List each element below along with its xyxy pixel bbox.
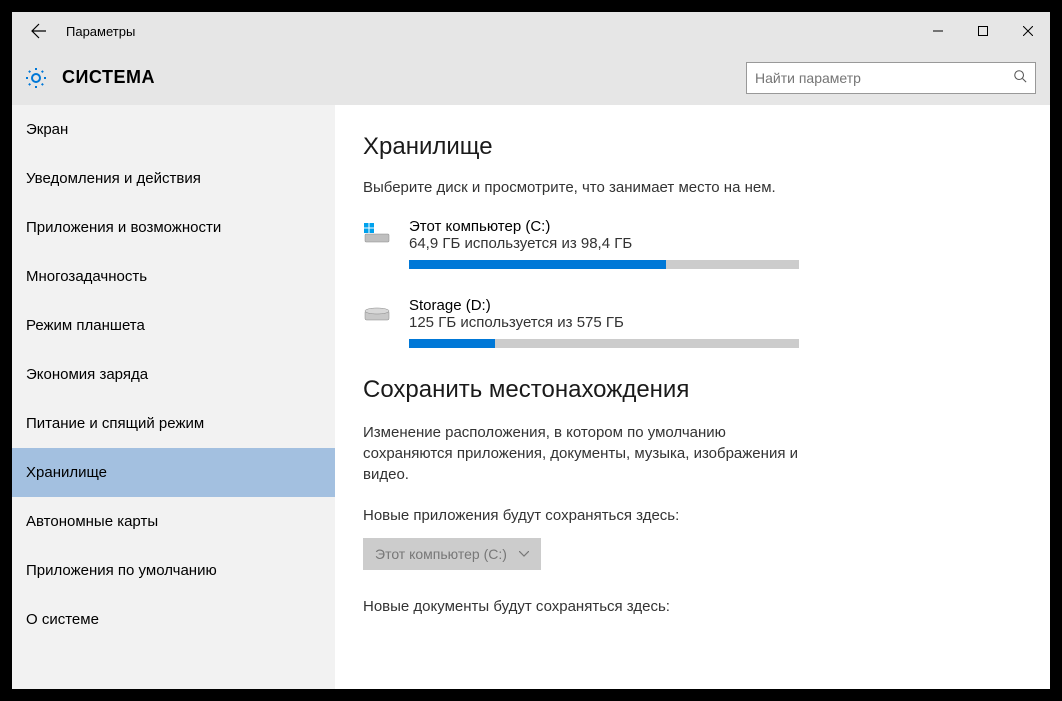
maximize-icon bbox=[978, 26, 988, 36]
sidebar-item-label: О системе bbox=[26, 611, 99, 628]
sidebar-item-apps-features[interactable]: Приложения и возможности bbox=[12, 203, 335, 252]
drive-d-bar bbox=[409, 339, 799, 348]
sidebar-item-about[interactable]: О системе bbox=[12, 595, 335, 644]
drive-d-name: Storage (D:) bbox=[409, 297, 799, 314]
titlebar: Параметры bbox=[12, 12, 1050, 50]
search-box[interactable] bbox=[746, 62, 1036, 94]
sidebar-item-label: Автономные карты bbox=[26, 513, 158, 530]
sidebar-item-default-apps[interactable]: Приложения по умолчанию bbox=[12, 546, 335, 595]
drive-c-info: Этот компьютер (C:) 64,9 ГБ используется… bbox=[409, 218, 799, 269]
sidebar: Экран Уведомления и действия Приложения … bbox=[12, 105, 335, 689]
search-icon bbox=[1013, 69, 1027, 86]
sidebar-item-label: Питание и спящий режим bbox=[26, 415, 204, 432]
sidebar-item-label: Хранилище bbox=[26, 464, 107, 481]
maximize-button[interactable] bbox=[960, 12, 1005, 50]
sidebar-item-battery-saver[interactable]: Экономия заряда bbox=[12, 350, 335, 399]
body: Экран Уведомления и действия Приложения … bbox=[12, 105, 1050, 689]
sidebar-item-label: Приложения и возможности bbox=[26, 219, 221, 236]
sidebar-item-offline-maps[interactable]: Автономные карты bbox=[12, 497, 335, 546]
drive-c-usage: 64,9 ГБ используется из 98,4 ГБ bbox=[409, 235, 799, 252]
chevron-down-icon bbox=[519, 548, 529, 560]
drive-d-info: Storage (D:) 125 ГБ используется из 575 … bbox=[409, 297, 799, 348]
header: СИСТЕМА bbox=[12, 50, 1050, 105]
settings-window: Параметры СИСТЕМА Экран bbox=[0, 0, 1062, 701]
sidebar-item-multitasking[interactable]: Многозадачность bbox=[12, 252, 335, 301]
sidebar-item-label: Уведомления и действия bbox=[26, 170, 201, 187]
arrow-left-icon bbox=[31, 23, 47, 39]
apps-save-value: Этот компьютер (C:) bbox=[375, 546, 507, 562]
storage-heading: Хранилище bbox=[363, 133, 1022, 161]
sidebar-item-label: Режим планшета bbox=[26, 317, 145, 334]
sidebar-item-label: Экран bbox=[26, 121, 68, 138]
drive-c[interactable]: Этот компьютер (C:) 64,9 ГБ используется… bbox=[363, 218, 1022, 269]
drive-d-bar-fill bbox=[409, 339, 495, 348]
sidebar-item-display[interactable]: Экран bbox=[12, 105, 335, 154]
sidebar-item-label: Экономия заряда bbox=[26, 366, 148, 383]
header-title: СИСТЕМА bbox=[62, 67, 155, 88]
search-input[interactable] bbox=[755, 70, 1013, 86]
drive-d-usage: 125 ГБ используется из 575 ГБ bbox=[409, 314, 799, 331]
drive-c-bar-fill bbox=[409, 260, 666, 269]
window-title: Параметры bbox=[66, 24, 135, 39]
content: Хранилище Выберите диск и просмотрите, ч… bbox=[335, 105, 1050, 689]
docs-save-label: Новые документы будут сохраняться здесь: bbox=[363, 598, 1022, 615]
sidebar-item-tablet-mode[interactable]: Режим планшета bbox=[12, 301, 335, 350]
drive-d[interactable]: Storage (D:) 125 ГБ используется из 575 … bbox=[363, 297, 1022, 348]
sidebar-item-label: Многозадачность bbox=[26, 268, 147, 285]
drive-system-icon bbox=[363, 220, 391, 248]
drive-hdd-icon bbox=[363, 299, 391, 327]
storage-description: Выберите диск и просмотрите, что занимае… bbox=[363, 179, 1022, 196]
close-icon bbox=[1023, 26, 1033, 36]
drive-c-name: Этот компьютер (C:) bbox=[409, 218, 799, 235]
back-button[interactable] bbox=[24, 16, 54, 46]
minimize-icon bbox=[933, 26, 943, 36]
window-controls bbox=[915, 12, 1050, 50]
sidebar-item-notifications[interactable]: Уведомления и действия bbox=[12, 154, 335, 203]
apps-save-select[interactable]: Этот компьютер (C:) bbox=[363, 538, 541, 570]
apps-save-label: Новые приложения будут сохраняться здесь… bbox=[363, 507, 1022, 524]
sidebar-item-storage[interactable]: Хранилище bbox=[12, 448, 335, 497]
gear-icon bbox=[24, 66, 48, 90]
save-locations-heading: Сохранить местонахождения bbox=[363, 376, 1022, 404]
sidebar-item-label: Приложения по умолчанию bbox=[26, 562, 217, 579]
sidebar-item-power-sleep[interactable]: Питание и спящий режим bbox=[12, 399, 335, 448]
minimize-button[interactable] bbox=[915, 12, 960, 50]
save-locations-description: Изменение расположения, в котором по умо… bbox=[363, 422, 803, 485]
close-button[interactable] bbox=[1005, 12, 1050, 50]
drive-c-bar bbox=[409, 260, 799, 269]
